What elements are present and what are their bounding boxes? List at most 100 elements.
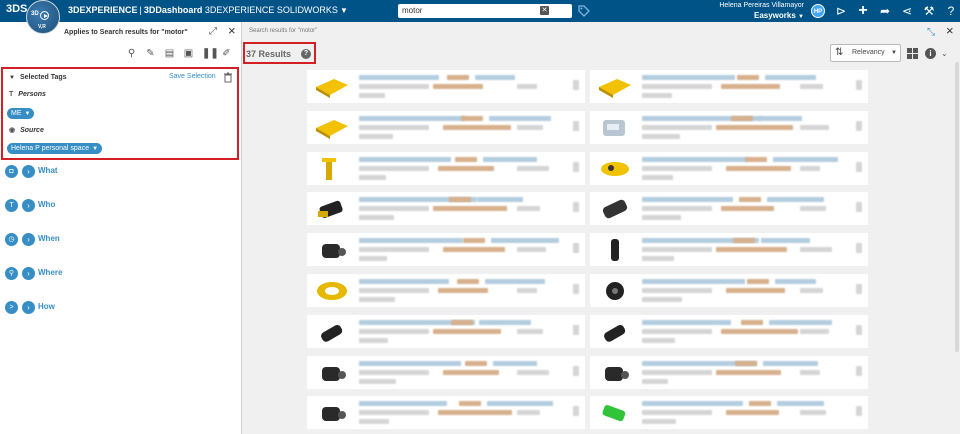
user-role[interactable]: Easyworks ▼ <box>700 11 804 20</box>
tag-chip-personal-space[interactable]: Helena P personal space ▼ <box>7 143 103 154</box>
tag-chip-label: Helena P personal space <box>11 145 90 152</box>
result-action[interactable] <box>573 324 579 335</box>
result-card[interactable] <box>590 151 868 185</box>
user-name[interactable]: Helena Pereiras Villamayor <box>680 2 804 9</box>
result-action[interactable] <box>856 365 862 376</box>
result-action[interactable] <box>856 284 862 294</box>
collapse-icon[interactable]: ⤡ <box>927 28 935 38</box>
chevron-right-icon[interactable]: › <box>22 267 35 280</box>
result-meta <box>359 410 429 416</box>
result-action[interactable] <box>856 243 862 254</box>
search-icon[interactable]: ⚲ <box>126 48 137 59</box>
result-action[interactable] <box>856 80 862 90</box>
result-card[interactable] <box>307 274 585 307</box>
selected-tags-section: ▼ Selected Tags Save Selection T Persons M… <box>1 67 239 160</box>
result-action[interactable] <box>573 80 579 90</box>
result-action[interactable] <box>573 202 579 213</box>
category-how[interactable]: > › How <box>5 301 235 315</box>
result-title <box>491 238 559 244</box>
info-icon[interactable]: i <box>925 48 936 59</box>
result-action[interactable] <box>856 324 862 335</box>
close-icon[interactable]: × <box>228 24 238 37</box>
app-title[interactable]: 3DEXPERIENCE | 3DDashboard 3DEXPERIENCE SO… <box>68 5 348 15</box>
app-label: 3DDashboard <box>143 5 203 15</box>
result-action[interactable] <box>856 161 862 172</box>
add-icon[interactable]: + <box>856 3 870 19</box>
result-action[interactable] <box>573 406 579 417</box>
search-icon[interactable] <box>558 5 570 17</box>
result-owner <box>438 165 494 171</box>
tag-icon[interactable] <box>578 5 590 17</box>
result-card[interactable] <box>307 396 585 430</box>
result-card[interactable] <box>307 110 585 144</box>
chevron-right-icon[interactable]: › <box>22 233 35 246</box>
result-card[interactable] <box>307 355 585 389</box>
save-selection-link[interactable]: Save Selection <box>169 73 216 80</box>
chevron-right-icon[interactable]: › <box>22 165 35 178</box>
category-where[interactable]: ⚲ › Where <box>5 267 235 281</box>
result-card[interactable] <box>590 192 868 226</box>
trash-icon[interactable] <box>223 72 233 83</box>
network-icon[interactable]: ⋖ <box>900 4 914 18</box>
share-icon[interactable]: ⊳ <box>834 4 848 18</box>
chevron-down-icon: ▼ <box>92 146 99 152</box>
result-action[interactable] <box>573 161 579 172</box>
result-card[interactable] <box>590 355 868 389</box>
category-who[interactable]: T › Who <box>5 199 235 213</box>
result-card[interactable] <box>590 274 868 307</box>
result-tag <box>447 75 469 80</box>
folder-icon[interactable]: ▤ <box>164 48 175 59</box>
result-thumbnail <box>316 79 348 98</box>
result-owner <box>726 165 791 171</box>
scrollbar[interactable] <box>955 62 959 352</box>
result-card[interactable] <box>307 192 585 226</box>
chevron-down-icon[interactable]: ⌄ <box>941 49 948 58</box>
result-card[interactable] <box>307 233 585 267</box>
result-thumbnail <box>322 366 346 381</box>
avatar[interactable]: HP <box>811 4 825 18</box>
result-action[interactable] <box>856 406 862 417</box>
category-when[interactable]: ◷ › When <box>5 233 235 247</box>
edit-icon[interactable]: ✐ <box>221 48 232 59</box>
close-icon[interactable]: × <box>946 24 954 37</box>
tag-chip-me[interactable]: ME ▼ <box>7 108 35 119</box>
chevron-right-icon[interactable]: › <box>22 199 35 212</box>
result-card[interactable] <box>590 233 868 267</box>
result-action[interactable] <box>856 120 862 131</box>
result-card[interactable] <box>307 314 585 348</box>
forward-icon[interactable]: ➦ <box>878 4 892 18</box>
result-action[interactable] <box>573 284 579 294</box>
help-icon[interactable]: ? <box>301 49 311 59</box>
result-action[interactable] <box>573 243 579 254</box>
tag-icon[interactable]: ✎ <box>145 48 156 59</box>
result-action[interactable] <box>573 120 579 131</box>
expand-icon[interactable]: ⤢ <box>209 27 219 37</box>
clear-search-icon[interactable]: ✕ <box>540 6 549 15</box>
result-title <box>761 238 810 244</box>
result-action[interactable] <box>573 365 579 376</box>
grid-view-icon[interactable] <box>907 48 918 59</box>
result-meta <box>359 206 429 212</box>
chevron-down-icon: ▼ <box>891 50 897 56</box>
result-owner <box>716 369 781 375</box>
result-tag <box>741 319 763 325</box>
sort-select[interactable]: ⇅ Relevancy ▼ <box>830 44 901 62</box>
archive-icon[interactable]: ▣ <box>183 48 194 59</box>
result-action[interactable] <box>856 202 862 213</box>
compass-icon[interactable]: 3D V,R <box>26 0 60 34</box>
help-icon[interactable]: ? <box>944 4 958 18</box>
result-title <box>765 75 816 80</box>
result-card[interactable] <box>307 151 585 185</box>
result-card[interactable] <box>307 70 585 103</box>
result-meta <box>517 410 540 416</box>
selected-tags-header[interactable]: ▼ Selected Tags <box>9 74 67 81</box>
result-card[interactable] <box>590 110 868 144</box>
chevron-down-icon[interactable]: ▼ <box>340 6 348 15</box>
pause-icon[interactable]: ❚❚ <box>202 48 219 59</box>
tools-icon[interactable]: ⚒ <box>922 4 936 18</box>
chevron-right-icon[interactable]: › <box>22 301 35 314</box>
result-card[interactable] <box>590 70 868 103</box>
category-what[interactable]: ◘ › What <box>5 165 235 179</box>
result-card[interactable] <box>590 314 868 348</box>
result-card[interactable] <box>590 396 868 430</box>
